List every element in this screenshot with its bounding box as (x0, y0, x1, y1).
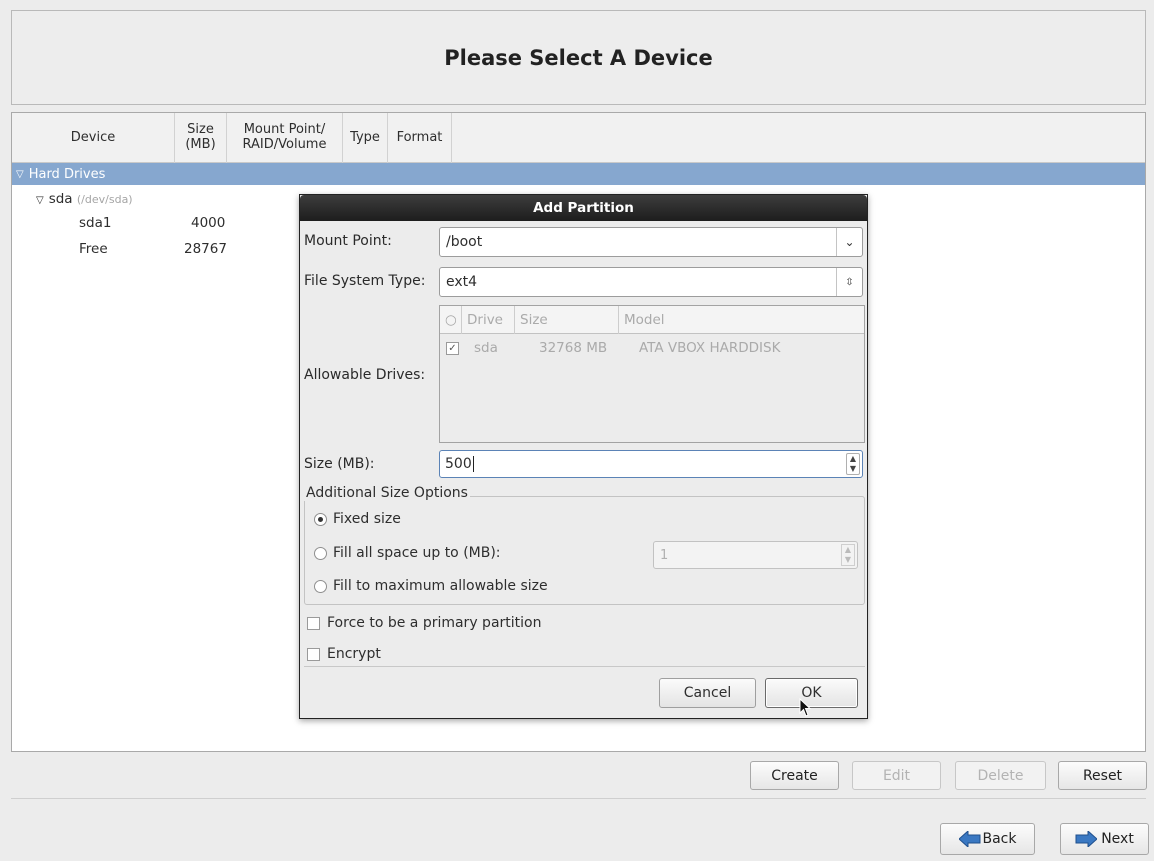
drives-header-model: Model (624, 312, 665, 328)
checkmark-icon: ✓ (446, 341, 459, 355)
divider (11, 798, 1146, 799)
expander-icon[interactable]: ▽ (16, 169, 24, 180)
column-size[interactable]: Size (MB) (175, 113, 227, 163)
tree-row-size: 28767 (184, 241, 227, 257)
next-button[interactable]: Next (1060, 823, 1149, 855)
spin-arrows-icon[interactable]: ▲ ▼ (841, 544, 855, 566)
mount-point-label: Mount Point: (304, 233, 392, 249)
tree-row-device[interactable]: sda1 (79, 215, 111, 231)
column-mount-point[interactable]: Mount Point/ RAID/Volume (227, 113, 343, 163)
mount-point-combo[interactable]: /boot ⌄ (439, 227, 863, 257)
drives-header: ○ Drive Size Model (440, 306, 864, 334)
dialog-title: Add Partition (300, 195, 867, 221)
fs-type-label: File System Type: (304, 273, 426, 289)
size-label: Size (MB): (304, 456, 375, 472)
fill-max-radio[interactable]: Fill to maximum allowable size (314, 578, 548, 594)
drive-model: ATA VBOX HARDDISK (639, 340, 781, 356)
cancel-button[interactable]: Cancel (659, 678, 756, 708)
dialog-divider (304, 666, 865, 667)
size-options-legend: Additional Size Options (304, 485, 470, 501)
radio-selected-icon (314, 512, 327, 526)
column-format[interactable]: Format (388, 113, 452, 163)
reset-button[interactable]: Reset (1058, 761, 1147, 790)
force-primary-checkbox[interactable]: Force to be a primary partition (307, 615, 541, 631)
edit-button[interactable]: Edit (852, 761, 941, 790)
fill-up-to-input[interactable]: 1 ▲ ▼ (653, 541, 858, 569)
back-button[interactable]: Back (940, 823, 1035, 855)
drive-name: sda (474, 340, 498, 356)
radio-icon (314, 579, 327, 593)
page-header: Please Select A Device (11, 10, 1146, 105)
chevron-down-icon[interactable]: ⌄ (836, 228, 862, 256)
add-partition-dialog: Add Partition Mount Point: /boot ⌄ File … (299, 194, 868, 719)
drives-header-drive: Drive (462, 306, 515, 334)
allowable-drives-label: Allowable Drives: (304, 367, 426, 383)
drives-header-size: Size (515, 306, 619, 334)
size-input[interactable]: 500 ▲ ▼ (439, 450, 863, 478)
tree-row-size: 4000 (191, 215, 226, 231)
checkbox-icon (307, 647, 320, 661)
drive-size: 32768 MB (539, 340, 608, 356)
expander-icon[interactable]: ▽ (36, 195, 44, 206)
page-title: Please Select A Device (444, 45, 713, 70)
column-device[interactable]: Device (12, 113, 175, 163)
text-caret (472, 456, 474, 472)
column-type[interactable]: Type (343, 113, 388, 163)
tree-group-hard-drives[interactable]: ▽ Hard Drives (12, 163, 1145, 185)
fill-up-to-radio[interactable]: Fill all space up to (MB): (314, 545, 501, 561)
updown-icon[interactable]: ⇳ (836, 268, 862, 296)
create-button[interactable]: Create (750, 761, 839, 790)
arrow-left-icon (958, 831, 980, 847)
fs-type-select[interactable]: ext4 ⇳ (439, 267, 863, 297)
tree-header: Device Size (MB) Mount Point/ RAID/Volum… (12, 113, 1145, 163)
encrypt-checkbox[interactable]: Encrypt (307, 646, 381, 662)
allowable-drives-list[interactable]: ○ Drive Size Model ✓ sda 32768 MB ATA VB… (439, 305, 865, 443)
arrow-right-icon (1075, 831, 1098, 847)
mouse-cursor-icon (799, 698, 812, 717)
spin-arrows-icon[interactable]: ▲ ▼ (846, 453, 860, 475)
drives-header-radio: ○ (440, 306, 462, 334)
drive-checkbox[interactable]: ✓ (446, 340, 459, 356)
radio-icon (314, 546, 327, 560)
tree-item-sda[interactable]: ▽ sda (/dev/sda) (36, 191, 133, 207)
delete-button[interactable]: Delete (955, 761, 1046, 790)
fixed-size-radio[interactable]: Fixed size (314, 511, 401, 527)
tree-row-device[interactable]: Free (79, 241, 108, 257)
checkbox-icon (307, 616, 320, 630)
